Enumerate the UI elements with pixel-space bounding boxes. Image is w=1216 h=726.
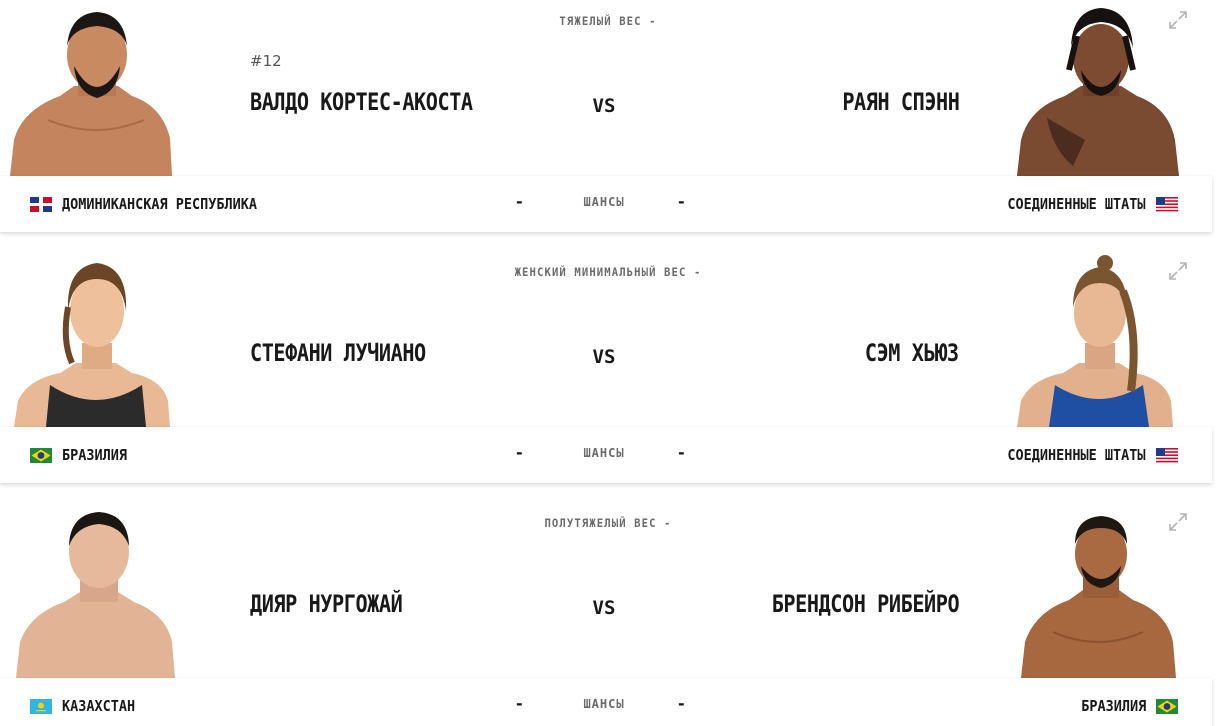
- vs-label: VS: [592, 597, 616, 619]
- fighter-red-rank: #12: [250, 52, 282, 70]
- fighter-blue-photo[interactable]: [1013, 251, 1188, 427]
- fighter-red-odds: -: [516, 443, 523, 462]
- odds-bar: ДОМИНИКАНСКАЯ РЕСПУБЛИКА - ШАНСЫ - СОЕДИ…: [0, 176, 1212, 232]
- expand-icon[interactable]: [1168, 512, 1188, 532]
- fighter-blue-odds: -: [678, 192, 685, 211]
- weight-class: ЖЕНСКИЙ МИНИМАЛЬНЫЙ ВЕС -: [514, 265, 702, 279]
- weight-class: ПОЛУТЯЖЕЛЫЙ ВЕС -: [544, 516, 672, 530]
- vs-label: VS: [592, 346, 616, 368]
- flag-dominican-republic-icon: [30, 197, 52, 212]
- bout-header[interactable]: ЖЕНСКИЙ МИНИМАЛЬНЫЙ ВЕС - СТЕФАНИ ЛУЧИАН…: [0, 251, 1216, 427]
- fighter-red-name[interactable]: СТЕФАНИ ЛУЧИАНО: [250, 339, 426, 371]
- fighter-blue-name[interactable]: РАЯН СПЭНН: [842, 88, 960, 120]
- fighter-blue-odds: -: [678, 443, 685, 462]
- expand-icon[interactable]: [1168, 10, 1188, 30]
- odds-label: ШАНСЫ: [583, 446, 625, 460]
- odds-label: ШАНСЫ: [583, 195, 625, 209]
- bout-header[interactable]: ПОЛУТЯЖЕЛЫЙ ВЕС - ДИЯР НУРГОЖАЙ VS БРЕНД…: [0, 502, 1216, 678]
- fighter-blue-photo[interactable]: [1013, 502, 1188, 678]
- flag-kazakhstan-icon: [30, 699, 52, 714]
- fight-card-bout: ЖЕНСКИЙ МИНИМАЛЬНЫЙ ВЕС - СТЕФАНИ ЛУЧИАН…: [0, 251, 1216, 502]
- odds-bar: КАЗАХСТАН - ШАНСЫ - БРАЗИЛИЯ: [0, 678, 1212, 726]
- fighter-blue-country: СОЕДИНЕННЫЕ ШТАТЫ: [1007, 446, 1146, 464]
- fighter-red-odds: -: [516, 694, 523, 713]
- odds-bar: БРАЗИЛИЯ - ШАНСЫ - СОЕДИНЕННЫЕ ШТАТЫ: [0, 427, 1212, 483]
- expand-icon[interactable]: [1168, 261, 1188, 281]
- fighter-red-country: КАЗАХСТАН: [62, 697, 136, 715]
- fighter-blue-name[interactable]: СЭМ ХЬЮЗ: [865, 339, 959, 371]
- fighter-blue-name[interactable]: БРЕНДСОН РИБЕЙРО: [772, 590, 960, 622]
- fighter-blue-odds: -: [678, 694, 685, 713]
- fighter-blue-country: СОЕДИНЕННЫЕ ШТАТЫ: [1007, 195, 1146, 213]
- odds-label: ШАНСЫ: [583, 697, 625, 711]
- fighter-red-name[interactable]: ВАЛДО КОРТЕС-АКОСТА: [250, 88, 473, 120]
- bout-header[interactable]: ТЯЖЕЛЫЙ ВЕС - #12 ВАЛДО КОРТЕС-АКОСТА VS…: [0, 0, 1216, 176]
- flag-brazil-icon: [1156, 699, 1178, 714]
- fighter-blue-photo[interactable]: [1013, 0, 1188, 176]
- fighter-blue-country: БРАЗИЛИЯ: [1080, 697, 1146, 715]
- fighter-red-name[interactable]: ДИЯР НУРГОЖАЙ: [250, 590, 403, 622]
- flag-brazil-icon: [30, 448, 52, 463]
- weight-class: ТЯЖЕЛЫЙ ВЕС -: [559, 14, 657, 28]
- vs-label: VS: [592, 95, 616, 117]
- flag-usa-icon: [1156, 197, 1178, 212]
- flag-usa-icon: [1156, 448, 1178, 463]
- fight-card-bout: ПОЛУТЯЖЕЛЫЙ ВЕС - ДИЯР НУРГОЖАЙ VS БРЕНД…: [0, 502, 1216, 726]
- fighter-red-country: БРАЗИЛИЯ: [62, 446, 128, 464]
- fighter-red-country: ДОМИНИКАНСКАЯ РЕСПУБЛИКА: [62, 195, 258, 213]
- fighter-red-odds: -: [516, 192, 523, 211]
- fight-card-bout: ТЯЖЕЛЫЙ ВЕС - #12 ВАЛДО КОРТЕС-АКОСТА VS…: [0, 0, 1216, 251]
